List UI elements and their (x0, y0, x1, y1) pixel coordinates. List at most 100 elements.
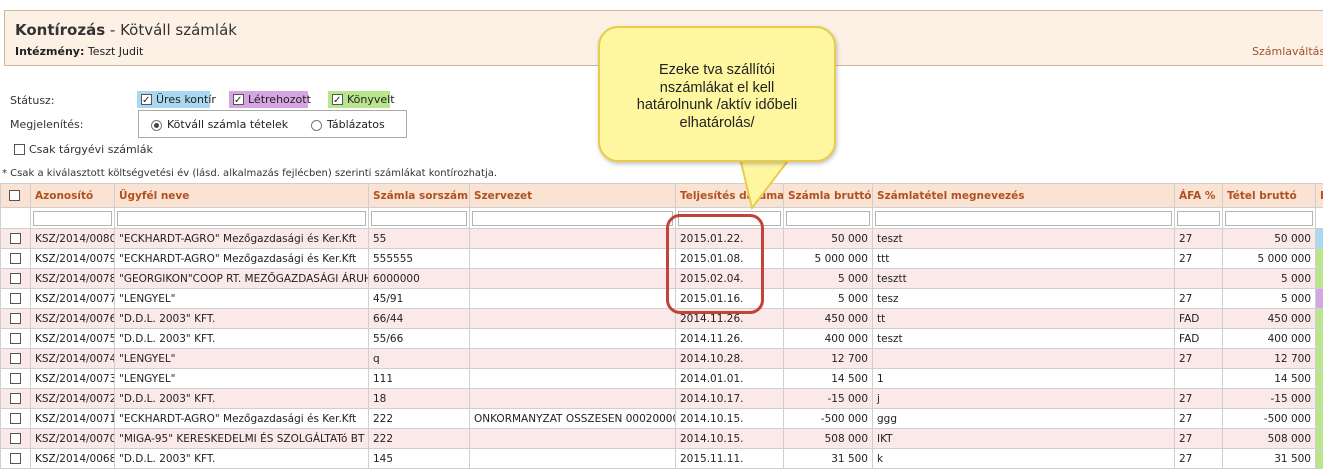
cell-id: KSZ/2014/0077 (30, 288, 115, 309)
col-header-date[interactable]: Teljesítés dátuma (675, 183, 784, 208)
row-checkbox[interactable] (10, 332, 21, 344)
select-all-header[interactable] (0, 183, 31, 208)
callout-line: Ezeke tva szállítói (658, 62, 776, 78)
cell-org (469, 348, 676, 369)
cell-org (469, 308, 676, 329)
view-radio[interactable] (311, 119, 322, 131)
col-header-org[interactable]: Szervezet (469, 183, 676, 208)
cell-item: k (872, 448, 1175, 469)
filter-input-item-gross[interactable] (1225, 210, 1313, 226)
cell-invoice-no: 18 (368, 388, 470, 409)
row-checkbox[interactable] (10, 232, 21, 244)
table-row[interactable]: KSZ/2014/0068 "D.D.L. 2003" KFT. 145 2015.1… (0, 448, 1323, 469)
cell-vat (1174, 368, 1223, 389)
table-row[interactable]: KSZ/2014/0072 "D.D.L. 2003" KFT. 18 2014.10… (0, 388, 1323, 409)
status-label: Státusz: (10, 94, 55, 107)
cell-invoice-no: 222 (368, 408, 470, 429)
table-row[interactable]: KSZ/2014/0078 "GEORGIKON"COOP RT. MEZŐGAZ… (0, 268, 1323, 289)
cell-vat: FAD (1174, 328, 1223, 349)
switch-invoice-link[interactable]: Számlaváltás (1252, 45, 1323, 58)
filter-input-invoice-no[interactable] (371, 210, 467, 226)
table-row[interactable]: KSZ/2014/0075 "D.D.L. 2003" KFT. 55/66 2014… (0, 328, 1323, 349)
cell-item-gross: 5 000 (1222, 288, 1316, 309)
col-header-vat[interactable]: ÁFA % (1174, 183, 1223, 208)
cell-org: ONKORMANYZAT OSSZESEN 00020000 N (469, 408, 676, 429)
table-row[interactable]: KSZ/2014/0074 "LENGYEL" q 2014.10.28. 12 700… (0, 348, 1323, 369)
view-option[interactable]: Kötváll számla tételek (151, 118, 288, 131)
filter-row (0, 207, 1323, 229)
status-checkbox[interactable] (332, 92, 343, 109)
only-current-year-label: Csak tárgyévi számlák (29, 143, 153, 156)
table-row[interactable]: KSZ/2014/0080 "ECKHARDT-AGRO" Mezőgazdasá… (0, 228, 1323, 249)
status-color-tag (1315, 368, 1323, 389)
row-checkbox[interactable] (10, 372, 21, 384)
cell-item-gross: 508 000 (1222, 428, 1316, 449)
row-checkbox[interactable] (10, 432, 21, 444)
col-header-client[interactable]: Ügyfél neve (114, 183, 369, 208)
cell-id: KSZ/2014/0078 (30, 268, 115, 289)
view-radio[interactable] (151, 119, 162, 131)
cell-vat: 27 (1174, 388, 1223, 409)
row-checkbox[interactable] (10, 252, 21, 264)
only-current-year-filter[interactable]: Csak tárgyévi számlák (10, 143, 153, 156)
only-current-year-checkbox[interactable] (14, 144, 25, 155)
view-option[interactable]: Táblázatos (311, 118, 385, 131)
status-color-tag (1315, 328, 1323, 349)
select-all-checkbox[interactable] (9, 189, 20, 201)
status-checkbox[interactable] (141, 92, 152, 109)
col-header-item[interactable]: Számlatétel megnevezés (872, 183, 1175, 208)
cell-date: 2014.11.26. (675, 308, 784, 329)
cell-id: KSZ/2014/0076 (30, 308, 115, 329)
row-checkbox[interactable] (10, 272, 21, 284)
status-checkbox[interactable] (233, 92, 244, 109)
cell-invoice-no: 145 (368, 448, 470, 469)
row-checkbox[interactable] (10, 452, 21, 464)
row-checkbox[interactable] (10, 312, 21, 324)
col-header-invoice-no[interactable]: Számla sorszám (368, 183, 470, 208)
filter-input-client[interactable] (117, 210, 366, 226)
status-option[interactable]: Könyvelt (328, 91, 395, 109)
cell-vat: 27 (1174, 228, 1223, 249)
table-row[interactable]: KSZ/2014/0079 "ECKHARDT-AGRO" Mezőgazdasá… (0, 248, 1323, 269)
filter-input-vat[interactable] (1177, 210, 1220, 226)
row-checkbox[interactable] (10, 392, 21, 404)
table-row[interactable]: KSZ/2014/0076 "D.D.L. 2003" KFT. 66/44 2014… (0, 308, 1323, 329)
filter-input-item[interactable] (875, 210, 1172, 226)
cell-item: ggg (872, 408, 1175, 429)
cell-id: KSZ/2014/0074 (30, 348, 115, 369)
cell-gross: 508 000 (783, 428, 873, 449)
cell-date: 2014.10.28. (675, 348, 784, 369)
cell-gross: 5 000 (783, 288, 873, 309)
table-row[interactable]: KSZ/2014/0070 "MIGA-95" KERESKEDELMI ÉS S… (0, 428, 1323, 449)
cell-client: "LENGYEL" (114, 288, 369, 309)
col-header-gross[interactable]: Számla bruttó (783, 183, 873, 208)
cell-item-gross: 12 700 (1222, 348, 1316, 369)
cell-invoice-no: 55 (368, 228, 470, 249)
cell-date: 2014.10.15. (675, 408, 784, 429)
table-row[interactable]: KSZ/2014/0071 "ECKHARDT-AGRO" Mezőgazdasá… (0, 408, 1323, 429)
cell-gross: 5 000 000 (783, 248, 873, 269)
col-header-id[interactable]: Azonosító (30, 183, 115, 208)
col-header-k[interactable]: K (1315, 183, 1323, 208)
filter-input-id[interactable] (33, 210, 112, 226)
filter-input-date[interactable] (678, 210, 781, 226)
invoice-table: Azonosító Ügyfél neve Számla sorszám Sze… (0, 183, 1323, 469)
cell-gross: 31 500 (783, 448, 873, 469)
status-option[interactable]: Üres kontír (137, 91, 216, 109)
callout-line: nszámlákat el kell (659, 79, 775, 96)
cell-client: "LENGYEL" (114, 368, 369, 389)
row-checkbox[interactable] (10, 412, 21, 424)
status-option[interactable]: Létrehozott (229, 91, 311, 109)
cell-client: "ECKHARDT-AGRO" Mezőgazdasági és Ker.Kft (114, 228, 369, 249)
filter-input-gross[interactable] (786, 210, 870, 226)
table-row[interactable]: KSZ/2014/0073 "LENGYEL" 111 2014.01.01. 14 5… (0, 368, 1323, 389)
row-checkbox[interactable] (10, 352, 21, 364)
cell-date: 2015.01.08. (675, 248, 784, 269)
row-checkbox[interactable] (10, 292, 21, 304)
table-row[interactable]: KSZ/2014/0077 "LENGYEL" 45/91 2015.01.16. 5 … (0, 288, 1323, 309)
filter-input-org[interactable] (472, 210, 673, 226)
col-header-item-gross[interactable]: Tétel bruttó (1222, 183, 1316, 208)
cell-item: IKT (872, 428, 1175, 449)
table-header-row: Azonosító Ügyfél neve Számla sorszám Sze… (0, 183, 1323, 208)
cell-client: "ECKHARDT-AGRO" Mezőgazdasági és Ker.Kft (114, 408, 369, 429)
